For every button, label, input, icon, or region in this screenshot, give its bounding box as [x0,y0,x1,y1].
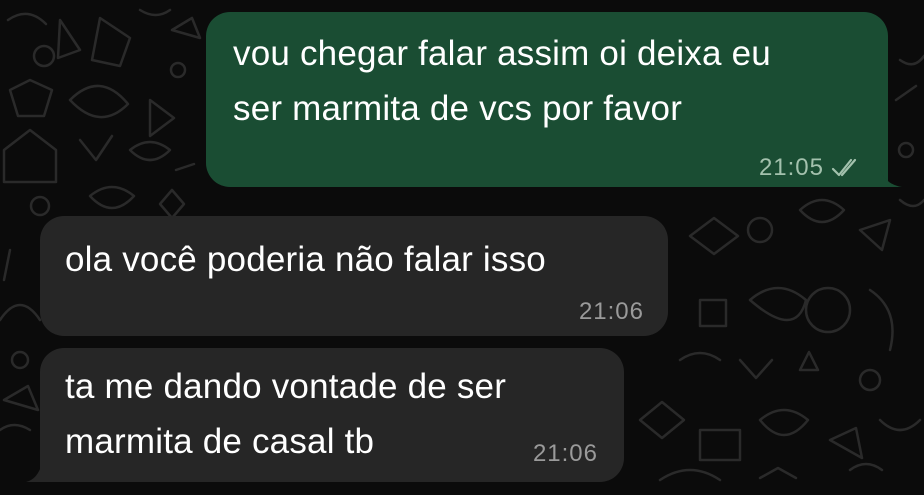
message-text: ta me dando vontade de ser marmita de ca… [65,367,507,461]
outgoing-message-bubble[interactable]: vou chegar falar assim oi deixa eu ser m… [206,12,888,187]
message-meta: 21:06 [533,440,598,468]
message-meta: 21:05 [759,154,860,182]
message-meta: 21:06 [579,298,644,326]
message-text: ola você poderia não falar isso [65,240,546,279]
incoming-message-bubble[interactable]: ta me dando vontade de ser marmita de ca… [40,348,624,482]
message-text: vou chegar falar assim oi deixa eu ser m… [233,34,771,128]
outgoing-bubble-tail [880,168,902,187]
double-check-read-icon [831,158,857,177]
incoming-message-bubble[interactable]: ola você poderia não falar isso 21:06 [40,216,668,336]
incoming-bubble-tail [26,463,42,482]
message-timestamp: 21:06 [578,298,644,325]
message-timestamp: 21:05 [758,154,824,181]
message-timestamp: 21:06 [532,440,598,467]
